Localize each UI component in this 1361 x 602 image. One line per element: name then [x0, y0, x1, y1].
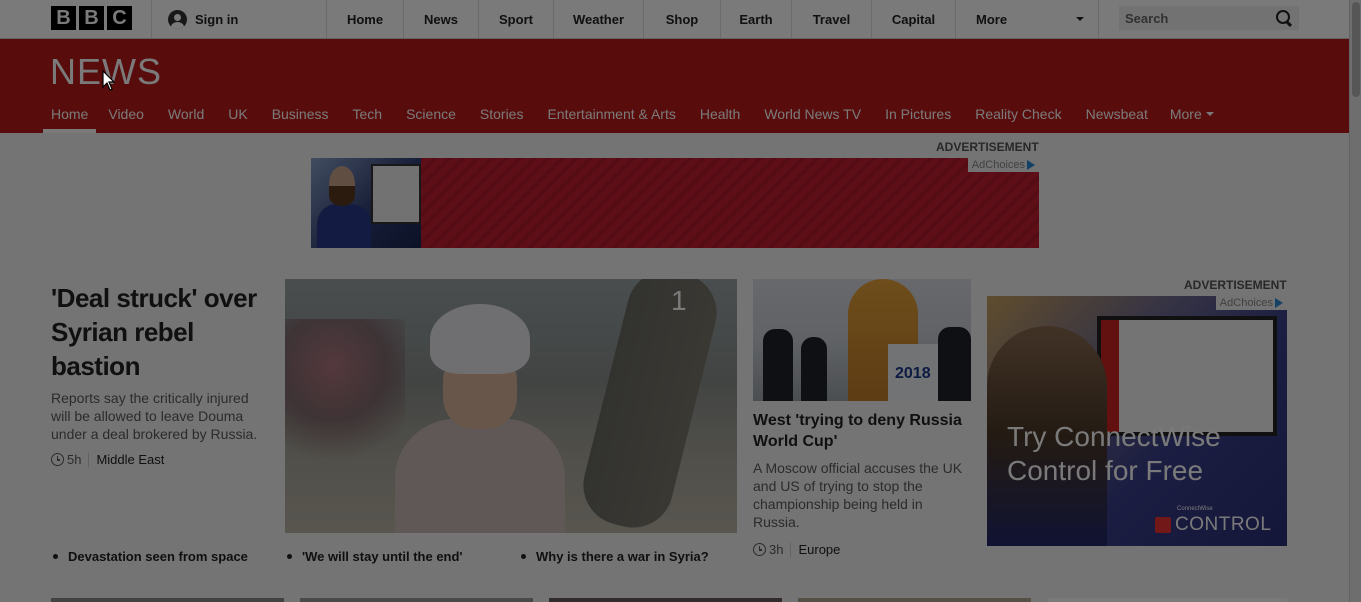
more-label: More: [1169, 106, 1202, 122]
global-nav: Home News Sport Weather Shop Earth Trave…: [326, 0, 1099, 38]
sidebar-ad[interactable]: Try ConnectWise Control for Free Connect…: [987, 296, 1287, 546]
news-nav-business[interactable]: Business: [260, 95, 341, 133]
news-nav-home[interactable]: Home: [43, 95, 97, 133]
image-counter: 1: [671, 285, 687, 316]
timestamp: 5h: [67, 452, 82, 467]
lead-story-headline[interactable]: 'Deal struck' over Syrian rebel bastion: [51, 281, 276, 383]
lead-story-summary: Reports say the critically injured will …: [51, 390, 258, 442]
advertisement-label: ADVERTISEMENT: [936, 140, 1039, 154]
story-thumbnail[interactable]: [1047, 598, 1287, 602]
news-nav-in-pictures[interactable]: In Pictures: [873, 95, 963, 133]
story-meta: 3h Europe: [753, 542, 840, 557]
news-nav-more[interactable]: More: [1160, 95, 1224, 133]
news-nav-video[interactable]: Video: [96, 95, 156, 133]
ad-figure: [317, 204, 371, 248]
bbc-logo[interactable]: B B C: [51, 6, 132, 30]
news-nav-health[interactable]: Health: [688, 95, 752, 133]
global-nav-sport[interactable]: Sport: [478, 0, 553, 38]
adchoices-icon: [1027, 160, 1035, 170]
advertisement-label: ADVERTISEMENT: [1184, 278, 1287, 292]
news-nav-stories[interactable]: Stories: [468, 95, 536, 133]
related-link[interactable]: Devastation seen from space: [53, 549, 248, 564]
global-nav-more[interactable]: More: [955, 0, 1099, 38]
image-person: [801, 337, 827, 401]
story-thumbnail[interactable]: [51, 598, 284, 602]
news-nav-science[interactable]: Science: [394, 95, 468, 133]
adchoices-link[interactable]: AdChoices: [1215, 296, 1287, 310]
chevron-down-icon: [1076, 17, 1084, 21]
image-text: 2018: [895, 365, 931, 382]
bbc-global-bar: B B C Sign in Home News Sport Weather Sh…: [0, 0, 1349, 39]
divider: [151, 0, 152, 38]
global-nav-earth[interactable]: Earth: [720, 0, 791, 38]
related-link[interactable]: 'We will stay until the end': [287, 549, 463, 564]
news-nav-newsbeat[interactable]: Newsbeat: [1074, 95, 1160, 133]
bbc-logo-letter: B: [51, 6, 76, 30]
news-nav-tech[interactable]: Tech: [341, 95, 395, 133]
image-adult-arm: [574, 279, 726, 533]
clock-icon: [51, 453, 64, 466]
search-input[interactable]: [1125, 10, 1255, 26]
search-icon[interactable]: [1275, 9, 1293, 27]
image-child-hat: [430, 304, 530, 374]
news-nav: Home Video World UK Business Tech Scienc…: [43, 95, 1224, 133]
story-thumbnail[interactable]: [798, 598, 1031, 602]
adchoices-link[interactable]: AdChoices: [967, 158, 1039, 172]
news-nav-world[interactable]: World: [156, 95, 216, 133]
search-box: [1119, 6, 1299, 30]
ad-screen: [371, 164, 421, 224]
divider: [88, 452, 90, 467]
story-image[interactable]: 2018: [753, 279, 971, 401]
vertical-scrollbar[interactable]: [1349, 0, 1361, 602]
global-nav-news[interactable]: News: [403, 0, 478, 38]
connectwise-icon: [1155, 517, 1171, 533]
banner-ad[interactable]: AdChoices: [311, 158, 1039, 248]
news-nav-world-news-tv[interactable]: World News TV: [752, 95, 873, 133]
ad-laptop: [1097, 316, 1277, 436]
related-link[interactable]: Why is there a war in Syria?: [521, 549, 709, 564]
clock-icon: [753, 543, 766, 556]
global-nav-weather[interactable]: Weather: [553, 0, 643, 38]
global-nav-capital[interactable]: Capital: [871, 0, 955, 38]
bbc-logo-letter: C: [107, 6, 132, 30]
story-thumbnail[interactable]: [549, 598, 782, 602]
section-link[interactable]: Middle East: [96, 452, 164, 467]
image-background: [285, 319, 405, 479]
ad-photo: [311, 158, 421, 248]
bbc-news-page: B B C Sign in Home News Sport Weather Sh…: [0, 0, 1349, 602]
story-summary: A Moscow official accuses the UK and US …: [753, 460, 963, 530]
chevron-down-icon: [1205, 112, 1214, 116]
ad-brand-small: ConnectWise: [1177, 506, 1213, 512]
story-thumbnail[interactable]: [300, 598, 533, 602]
ad-headline: Try ConnectWise Control for Free: [1007, 421, 1221, 486]
divider: [790, 542, 792, 557]
user-icon: [168, 9, 187, 29]
story-headline[interactable]: West 'trying to deny Russia World Cup': [753, 410, 971, 452]
news-nav-uk[interactable]: UK: [216, 95, 259, 133]
adchoices-label: AdChoices: [971, 159, 1025, 171]
ad-brand-word: CONTROL: [1175, 514, 1272, 535]
global-nav-shop[interactable]: Shop: [643, 0, 720, 38]
ad-figure-beard: [329, 186, 355, 206]
adchoices-label: AdChoices: [1219, 297, 1273, 309]
lead-story-image[interactable]: 1: [285, 279, 737, 533]
global-nav-home[interactable]: Home: [326, 0, 403, 38]
image-person: [763, 329, 793, 401]
news-nav-entertainment[interactable]: Entertainment & Arts: [535, 95, 687, 133]
image-person: [938, 327, 971, 401]
section-link[interactable]: Europe: [798, 542, 840, 557]
global-nav-travel[interactable]: Travel: [791, 0, 871, 38]
ad-brand-logo: ConnectWise CONTROL: [1155, 506, 1272, 536]
more-label: More: [976, 11, 1008, 27]
sign-in-label: Sign in: [195, 11, 239, 27]
timestamp: 3h: [769, 542, 784, 557]
scrollbar-thumb[interactable]: [1352, 2, 1360, 97]
image-child-coat: [395, 419, 565, 533]
news-nav-reality-check[interactable]: Reality Check: [963, 95, 1073, 133]
lead-story-meta: 5h Middle East: [51, 452, 164, 467]
bbc-logo-letter: B: [79, 6, 104, 30]
news-header: NEWS Home Video World UK Business Tech S…: [0, 39, 1349, 133]
sign-in-link[interactable]: Sign in: [168, 0, 238, 38]
adchoices-icon: [1275, 298, 1283, 308]
